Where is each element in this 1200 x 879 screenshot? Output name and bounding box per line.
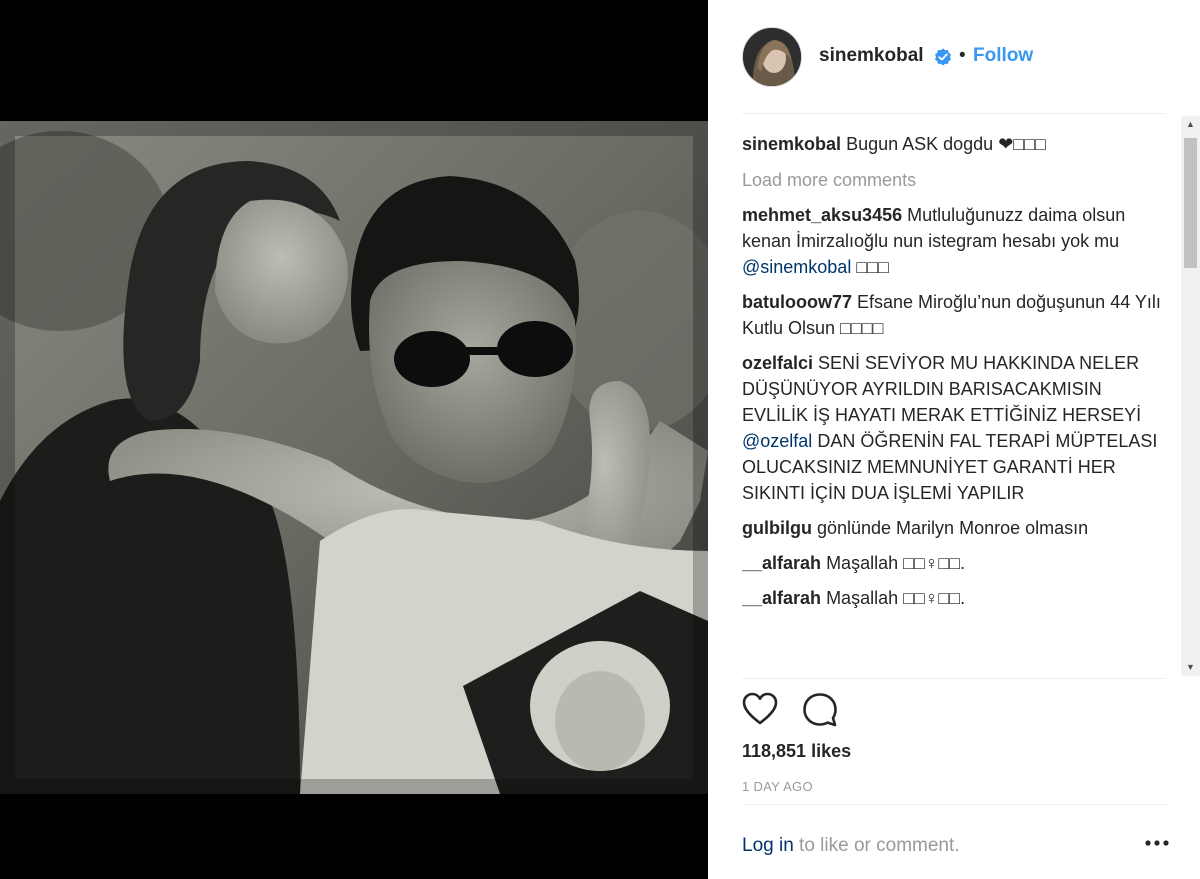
comment-item: __alfarah Maşallah □□♀□□. [742,585,1166,611]
photo-illustration [0,121,708,794]
likes-count[interactable]: 118,851 likes [742,741,851,762]
scrollbar-thumb[interactable] [1184,138,1197,268]
comment-mention-link[interactable]: @ozelfal [742,431,812,451]
load-more-comments-button[interactable]: Load more comments [742,167,1166,193]
heart-icon[interactable] [742,692,778,728]
comment-item: gulbilgu gönlünde Marilyn Monroe olmasın [742,515,1166,541]
avatar-image [743,28,801,86]
comment-item: __alfarah Maşallah □□♀□□. [742,550,1166,576]
post-timestamp[interactable]: 1 DAY AGO [742,779,813,794]
comment-item: batulooow77 Efsane Miroğlu’nun doğuşunun… [742,289,1166,341]
verified-badge-icon [935,48,951,66]
comment-mention-link[interactable]: @sinemkobal [742,257,851,277]
comment-bubble-icon[interactable] [802,692,838,728]
footer-divider [742,804,1166,805]
caption-text: Bugun ASK dogdu ❤□□□ [846,134,1046,154]
comment-item: mehmet_aksu3456 Mutluluğunuzz daima olsu… [742,202,1166,280]
post-author-username[interactable]: sinemkobal [819,45,924,67]
comment-username[interactable]: __alfarah [742,553,821,573]
header-separator: • [959,45,966,66]
login-link[interactable]: Log in [742,835,794,856]
more-options-icon[interactable] [1144,830,1170,856]
follow-button[interactable]: Follow [973,45,1033,67]
comment-username[interactable]: gulbilgu [742,518,812,538]
comment-item: ozelfalci SENİ SEVİYOR MU HAKKINDA NELER… [742,350,1166,506]
caption-username[interactable]: sinemkobal [742,134,841,154]
scroll-down-arrow-icon[interactable]: ▼ [1181,659,1200,676]
comment-username[interactable]: mehmet_aksu3456 [742,205,902,225]
comments-list: sinemkobal Bugun ASK dogdu ❤□□□ Load mor… [742,128,1166,678]
post-details-panel: sinemkobal • Follow sinemkobal Bugun ASK… [708,0,1200,879]
comments-scrollbar[interactable]: ▲ ▼ [1181,116,1200,676]
post-header: sinemkobal • Follow [708,0,1200,114]
actions-divider [742,678,1166,679]
login-prompt: Log in to like or comment. [742,835,960,857]
login-prompt-text: to like or comment. [793,835,960,856]
comment-username[interactable]: batulooow77 [742,292,852,312]
scroll-up-arrow-icon[interactable]: ▲ [1181,116,1200,133]
header-divider [742,113,1166,114]
comment-text-after: □□□ [851,257,889,277]
comment-text: Maşallah □□♀□□. [821,588,966,608]
post-media [0,0,708,879]
comment-username[interactable]: ozelfalci [742,353,813,373]
comment-text: Maşallah □□♀□□. [821,553,966,573]
post-caption: sinemkobal Bugun ASK dogdu ❤□□□ [742,131,1166,157]
comment-username[interactable]: __alfarah [742,588,821,608]
comment-text: gönlünde Marilyn Monroe olmasın [811,518,1089,538]
avatar[interactable] [742,27,802,87]
post-photo[interactable] [0,121,708,794]
